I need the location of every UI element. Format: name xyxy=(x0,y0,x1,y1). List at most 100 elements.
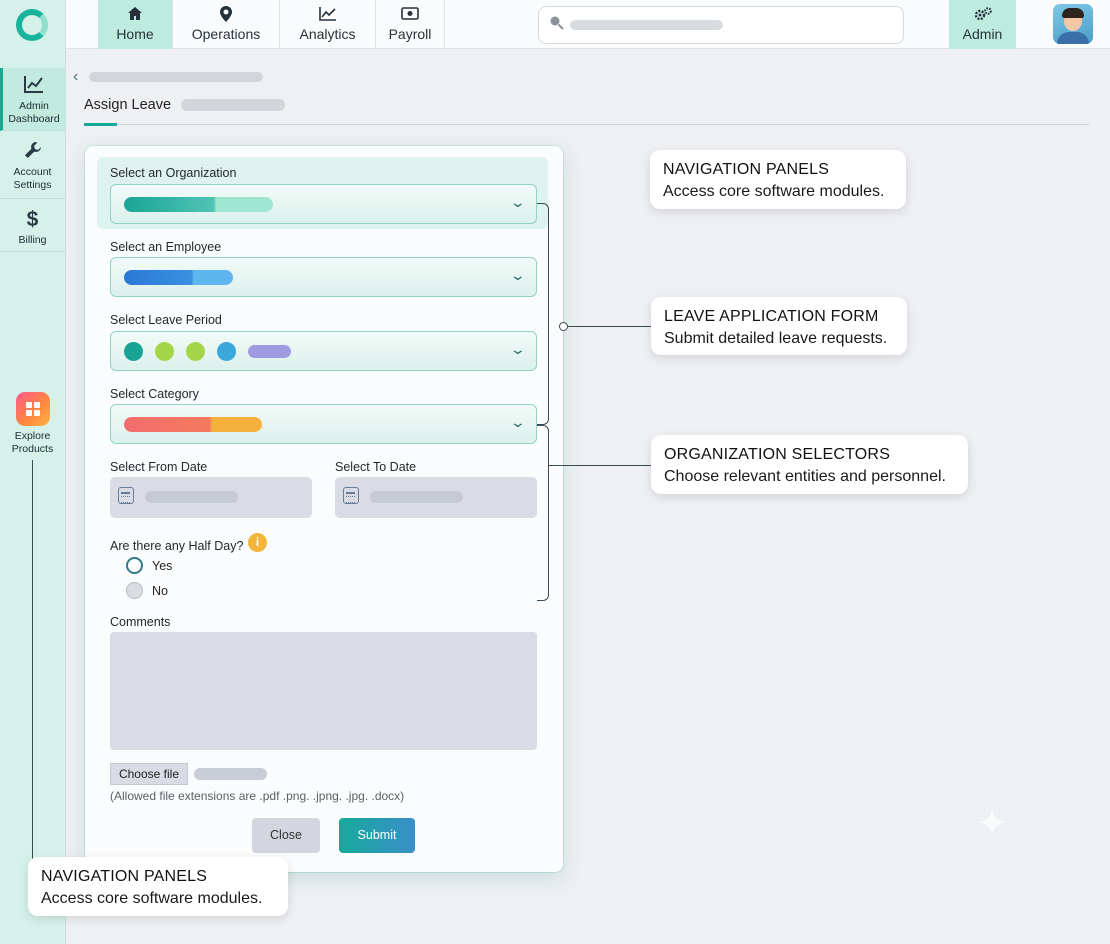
wrench-icon xyxy=(0,140,65,166)
connector-line xyxy=(568,326,651,327)
sidebar-item-label: Admin xyxy=(19,100,49,112)
calendar-icon xyxy=(118,487,134,504)
tab-operations[interactable]: Operations xyxy=(173,0,280,49)
callout-leave-application-form: LEAVE APPLICATION FORM Submit detailed l… xyxy=(651,297,907,355)
radio-label-no: No xyxy=(152,584,168,598)
sidebar-item-billing[interactable]: $ Billing xyxy=(0,202,65,252)
half-day-no-radio[interactable] xyxy=(126,582,143,599)
date-placeholder xyxy=(370,491,463,503)
connector-line xyxy=(549,465,651,466)
choose-file-button[interactable]: Choose file xyxy=(110,763,188,785)
leave-period-select[interactable]: ⌄ xyxy=(110,331,537,371)
radio-label-yes: Yes xyxy=(152,559,173,573)
organization-label: Select an Organization xyxy=(110,166,237,180)
callout-navigation-panels-bottom: NAVIGATION PANELS Access core software m… xyxy=(28,857,288,916)
divider xyxy=(84,124,1090,125)
sidebar-item-admin-dashboard[interactable]: Admin Dashboard xyxy=(0,68,65,131)
tab-label: Operations xyxy=(191,26,261,42)
period-label: Select Leave Period xyxy=(110,313,222,327)
organization-select[interactable]: ⌄ xyxy=(110,184,537,224)
file-name-placeholder xyxy=(194,768,267,780)
dollar-icon: $ xyxy=(26,208,39,231)
calendar-icon xyxy=(343,487,359,504)
period-dot xyxy=(186,342,205,361)
half-day-label: Are there any Half Day? xyxy=(110,539,244,553)
home-icon xyxy=(98,6,172,26)
to-date-field[interactable] xyxy=(335,477,537,518)
location-pin-icon xyxy=(173,6,279,26)
employee-select[interactable]: ⌄ xyxy=(110,257,537,297)
submit-button[interactable]: Submit xyxy=(339,818,415,853)
tab-analytics[interactable]: Analytics xyxy=(280,0,376,49)
search-icon xyxy=(549,15,564,34)
file-extensions-hint: (Allowed file extensions are .pdf .png. … xyxy=(110,789,405,803)
callout-description: Choose relevant entities and personnel. xyxy=(664,468,946,485)
sidebar-item-account-settings[interactable]: Account Settings xyxy=(0,134,65,199)
admin-menu-button[interactable]: Admin xyxy=(949,0,1016,49)
chart-line-icon xyxy=(3,74,65,100)
chevron-down-icon: ⌄ xyxy=(509,414,527,430)
page-subtitle-placeholder xyxy=(181,99,285,111)
tab-label: Payroll xyxy=(388,26,432,42)
comments-label: Comments xyxy=(110,615,171,629)
from-date-label: Select From Date xyxy=(110,460,208,474)
callout-description: Submit detailed leave requests. xyxy=(664,330,888,347)
period-dot xyxy=(124,342,143,361)
search-input[interactable] xyxy=(538,6,904,44)
from-date-field[interactable] xyxy=(110,477,312,518)
category-select[interactable]: ⌄ xyxy=(110,404,537,444)
page-title: Assign Leave xyxy=(84,97,172,113)
bracket-connector xyxy=(537,203,549,425)
chevron-down-icon: ⌄ xyxy=(509,267,527,283)
bracket-connector xyxy=(537,425,549,601)
close-button[interactable]: Close xyxy=(252,818,320,853)
sidebar-item-label: Explore xyxy=(14,430,51,442)
callout-description: Access core software modules. xyxy=(663,183,885,200)
info-icon[interactable]: i xyxy=(248,533,267,552)
callout-organization-selectors: ORGANIZATION SELECTORS Choose relevant e… xyxy=(651,435,968,494)
grid-apps-icon xyxy=(15,392,50,426)
connector-line xyxy=(32,460,33,865)
date-placeholder xyxy=(145,491,238,503)
tab-label: Analytics xyxy=(299,26,356,42)
top-navigation: Home Operations Analytics Payroll Admin xyxy=(66,0,1110,49)
back-chevron-icon[interactable]: ‹ xyxy=(73,68,78,86)
tab-label: Home xyxy=(116,26,154,42)
tab-home[interactable]: Home xyxy=(98,0,173,49)
sparkle-icon: ✦ xyxy=(976,803,1008,845)
breadcrumb[interactable] xyxy=(89,72,263,82)
sidebar-item-label: Account xyxy=(13,166,52,178)
callout-navigation-panels: NAVIGATION PANELS Access core software m… xyxy=(650,150,906,209)
chart-line-icon xyxy=(280,6,375,26)
callout-title: NAVIGATION PANELS xyxy=(41,868,208,885)
tab-payroll[interactable]: Payroll xyxy=(376,0,445,49)
chevron-down-icon: ⌄ xyxy=(509,194,527,210)
callout-title: NAVIGATION PANELS xyxy=(663,161,830,178)
employee-label: Select an Employee xyxy=(110,240,222,254)
admin-label: Admin xyxy=(962,26,1003,42)
period-dot xyxy=(155,342,174,361)
sidebar-item-explore-products[interactable]: Explore Products xyxy=(0,386,65,458)
selected-value-placeholder xyxy=(124,417,262,432)
search-placeholder xyxy=(570,20,723,30)
category-label: Select Category xyxy=(110,387,199,401)
connector-node xyxy=(559,322,568,331)
selected-value-placeholder xyxy=(124,270,233,285)
sidebar-item-label: Dashboard xyxy=(8,113,60,125)
half-day-yes-radio[interactable] xyxy=(126,557,143,574)
callout-description: Access core software modules. xyxy=(41,890,263,907)
sidebar: Admin Dashboard Account Settings $ Billi… xyxy=(0,0,66,944)
chevron-down-icon: ⌄ xyxy=(509,341,527,357)
active-tab-indicator xyxy=(84,123,117,126)
sidebar-item-label: Products xyxy=(11,443,54,455)
comments-textarea[interactable] xyxy=(110,632,537,750)
to-date-label: Select To Date xyxy=(335,460,417,474)
sidebar-item-label: Settings xyxy=(13,179,52,191)
callout-title: ORGANIZATION SELECTORS xyxy=(664,446,891,463)
sidebar-item-label: Billing xyxy=(18,234,47,246)
period-dot xyxy=(217,342,236,361)
app-logo[interactable] xyxy=(16,9,48,41)
gears-icon xyxy=(949,6,1016,26)
avatar[interactable] xyxy=(1053,4,1093,44)
selected-value-placeholder xyxy=(248,345,291,358)
